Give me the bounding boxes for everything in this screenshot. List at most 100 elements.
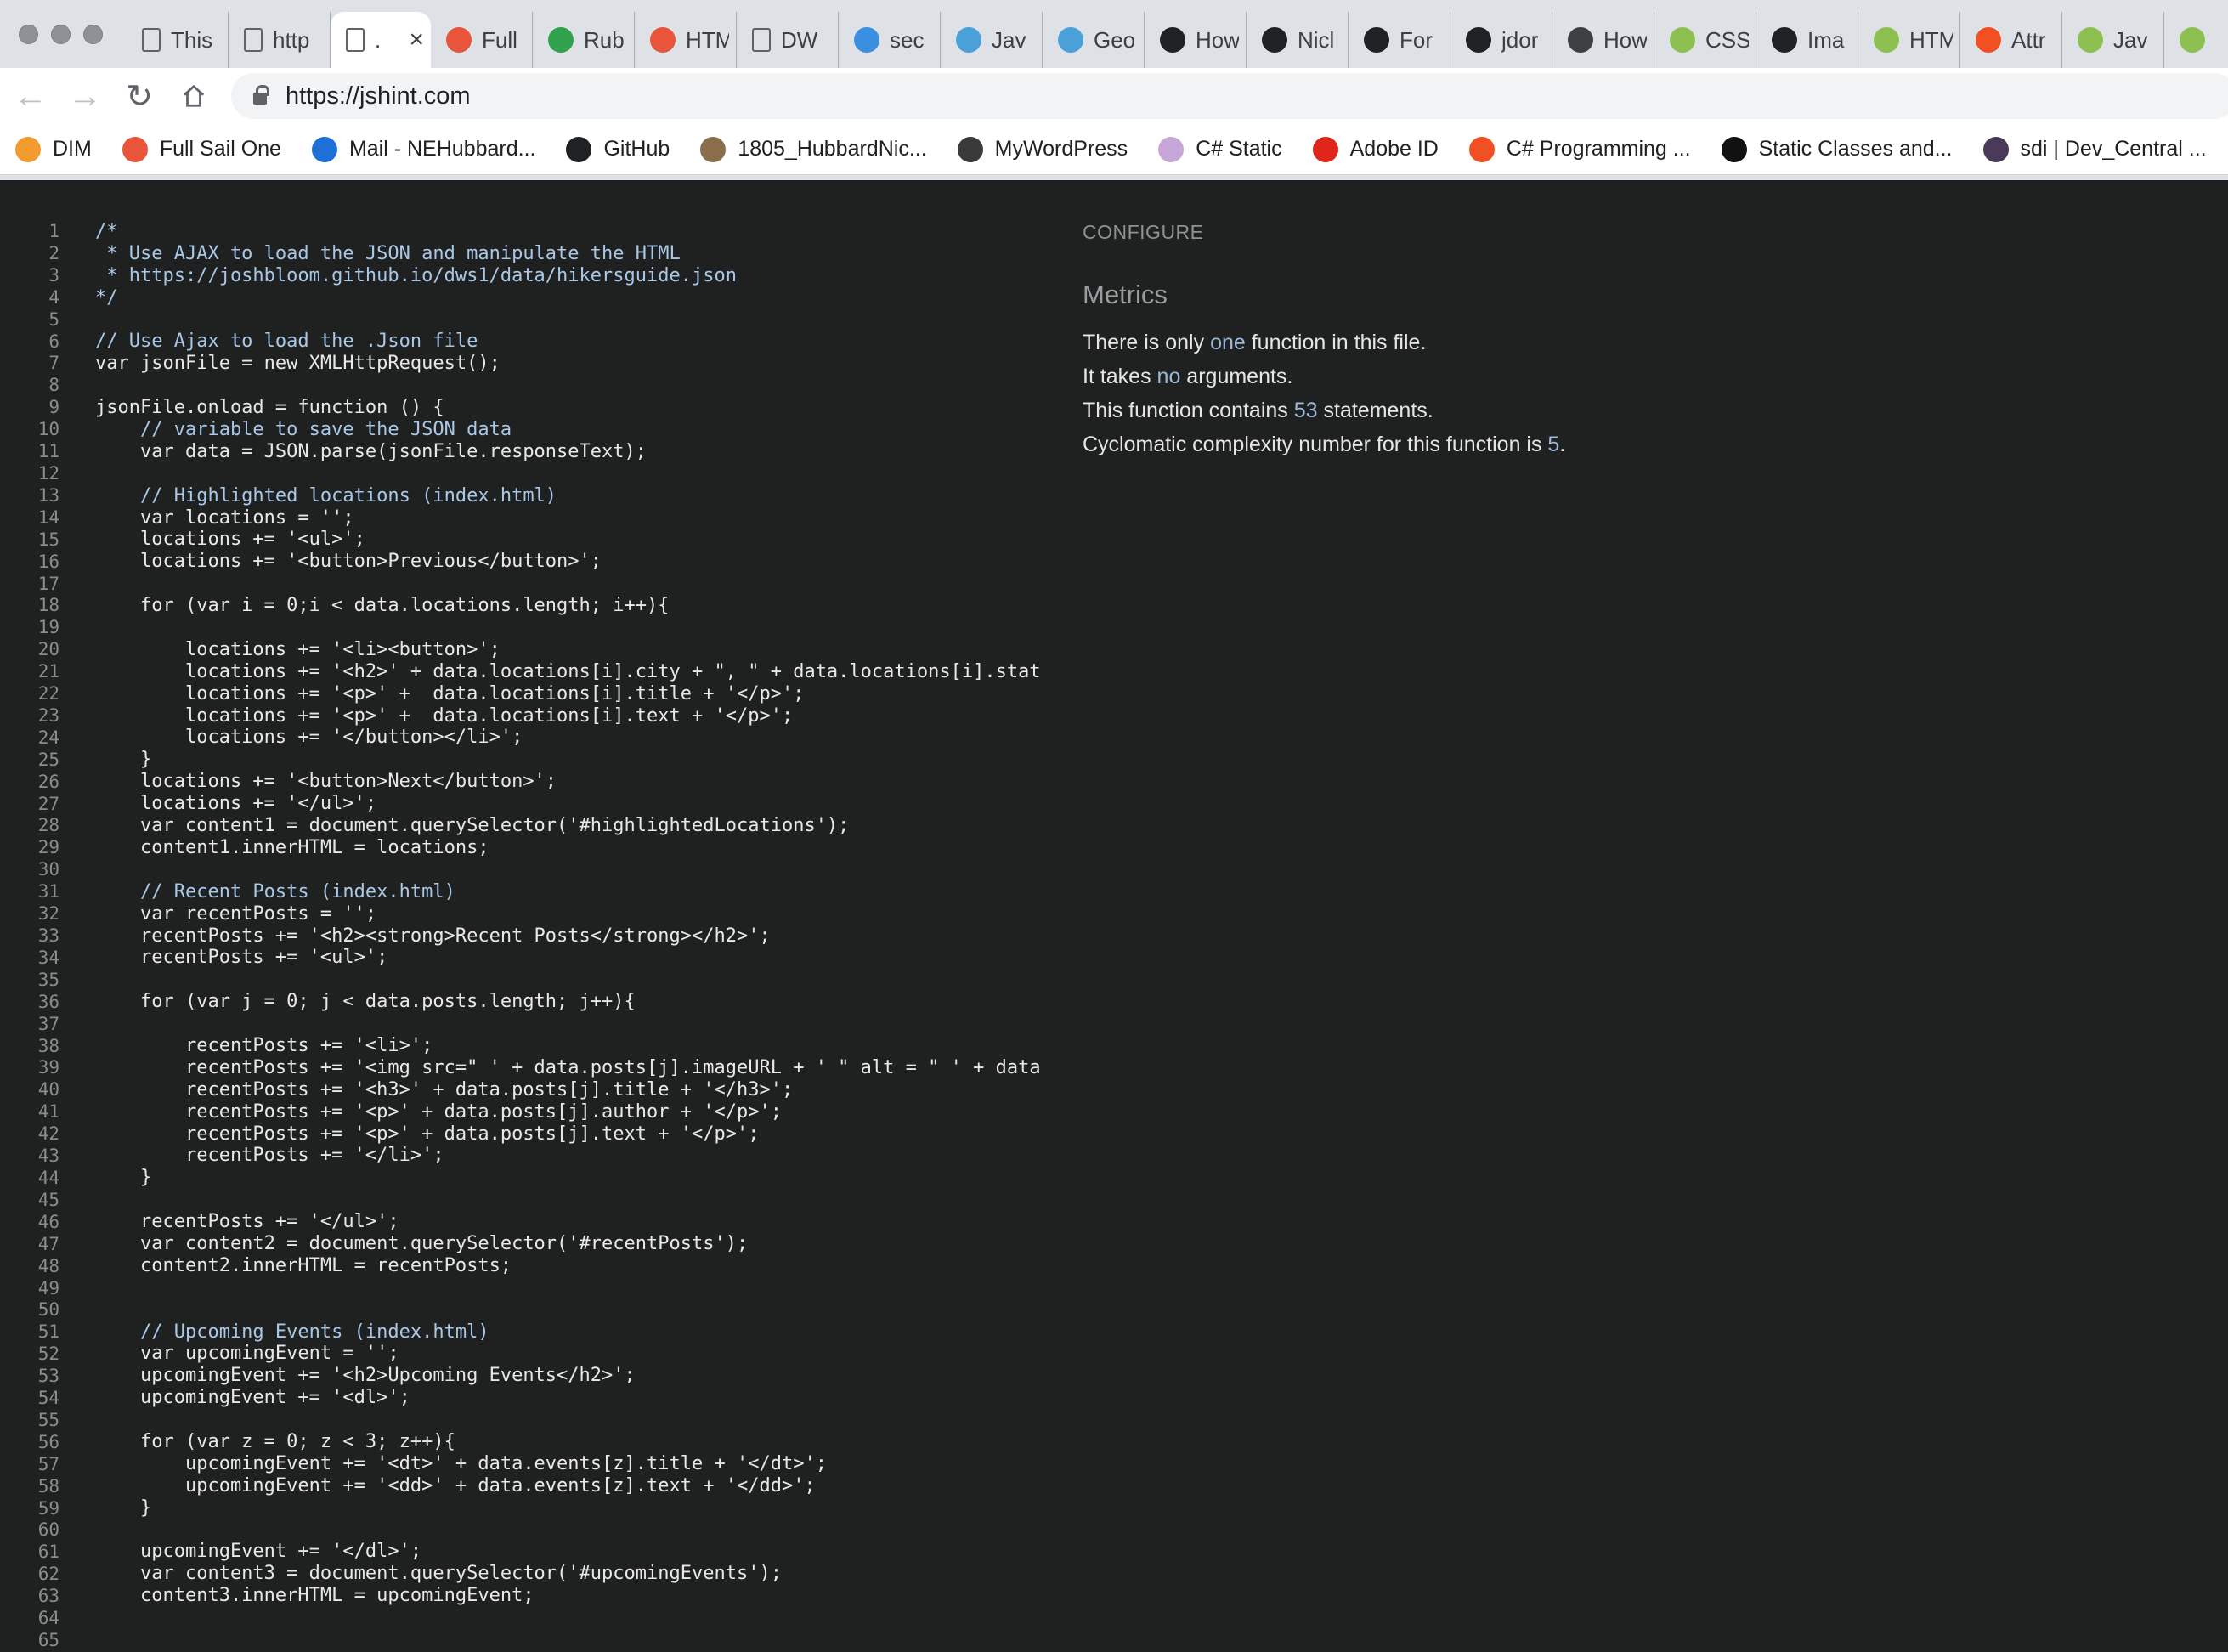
code-line: locations += '<ul>'; — [95, 529, 365, 551]
browser-tab[interactable]: HTM — [635, 12, 737, 68]
browser-tab[interactable]: This — [127, 12, 229, 68]
bookmark-item[interactable]: MyWordPress — [957, 136, 1128, 162]
line-number: 45 — [37, 1189, 59, 1210]
bookmark-item[interactable]: GitHub — [566, 136, 670, 162]
browser-tab[interactable]: CSS — [1654, 12, 1756, 68]
line-number: 39 — [37, 1057, 59, 1078]
tab-title: HTM — [686, 26, 729, 53]
code-line: var content1 = document.querySelector('#… — [95, 815, 850, 837]
w3-icon — [1670, 27, 1695, 53]
code-editor[interactable]: /* * Use AJAX to load the JSON and manip… — [95, 221, 1047, 1651]
line-number: 47 — [37, 1233, 59, 1254]
metric-statements: This function contains 53 statements. — [1083, 399, 1433, 422]
browser-tab[interactable]: Full — [431, 12, 533, 68]
browser-tab[interactable]: Ima — [1756, 12, 1858, 68]
code-line: recentPosts += '<li>'; — [95, 1034, 433, 1056]
line-number: 11 — [37, 441, 59, 462]
browser-tab[interactable]: DW — [737, 12, 839, 68]
jshint-page: 1 2 3 4 5 6 7 8 9 10 11 12 13 14 15 16 17 18 19 20 21 22 23 24 2… — [0, 180, 2228, 1650]
bookmark-item[interactable]: Full Sail One — [122, 136, 281, 162]
bookmark-item[interactable]: DIM — [15, 136, 92, 162]
line-number: 65 — [37, 1630, 59, 1650]
close-window-button[interactable] — [19, 24, 38, 44]
browser-tab[interactable]: How — [1145, 12, 1247, 68]
m-icon — [1721, 136, 1747, 162]
browser-tab[interactable]: jdor — [1450, 12, 1552, 68]
browser-tab[interactable]: http — [229, 12, 331, 68]
tab-title: Attr — [2011, 26, 2046, 53]
bookmark-item[interactable]: 1805_HubbardNic... — [700, 136, 927, 162]
maximize-window-button[interactable] — [83, 24, 103, 44]
photo-icon — [700, 136, 727, 162]
tab-title: Full — [482, 26, 517, 53]
line-number: 53 — [37, 1366, 59, 1387]
bookmark-label: C# Programming ... — [1506, 137, 1691, 161]
browser-tab[interactable]: . × — [331, 12, 431, 68]
home-button[interactable] — [167, 69, 221, 123]
tab-title: Nicl — [1298, 26, 1335, 53]
bookmark-item[interactable]: C# Programming ... — [1468, 136, 1691, 162]
bookmark-item[interactable]: Static Classes and... — [1721, 136, 1953, 162]
browser-tab[interactable] — [2164, 12, 2228, 68]
bookmark-item[interactable]: Adobe ID — [1312, 136, 1439, 162]
browser-tab[interactable]: For — [1349, 12, 1450, 68]
code-line: upcomingEvent += '<h2>Upcoming Events</h… — [95, 1365, 636, 1387]
address-url[interactable]: https://jshint.com — [286, 82, 471, 110]
back-button[interactable]: ← — [3, 69, 58, 123]
bookmark-label: C# Static — [1196, 137, 1282, 161]
line-number: 8 — [48, 375, 59, 396]
line-number: 23 — [37, 704, 59, 726]
line-number: 52 — [37, 1344, 59, 1365]
line-number: 4 — [48, 286, 59, 308]
line-number: 22 — [37, 683, 59, 704]
browser-tab[interactable]: Rub — [533, 12, 635, 68]
browser-tab[interactable]: Attr — [1960, 12, 2062, 68]
home-icon — [183, 84, 205, 107]
bookmark-item[interactable]: sdi | Dev_Central ... — [1982, 136, 2207, 162]
metric-complexity: Cyclomatic complexity number for this fu… — [1083, 433, 1566, 456]
browser-tab[interactable]: Nicl — [1247, 12, 1349, 68]
code-line: // Use Ajax to load the .Json file — [95, 331, 478, 353]
minimize-window-button[interactable] — [51, 24, 71, 44]
bookmark-item[interactable]: C# Static — [1158, 136, 1282, 162]
browser-tab[interactable]: Geo — [1043, 12, 1145, 68]
tab-title: Geo — [1094, 26, 1136, 53]
close-tab-icon[interactable]: × — [409, 25, 424, 54]
bookmark-item[interactable]: Mail - NEHubbard... — [311, 136, 535, 162]
browser-tab[interactable]: sec — [839, 12, 941, 68]
line-number: 5 — [48, 308, 59, 330]
code-line: var locations = ''; — [95, 506, 354, 529]
browser-tab[interactable]: HTM — [1858, 12, 1960, 68]
forward-button[interactable]: → — [58, 69, 112, 123]
code-line: // variable to save the JSON data — [95, 419, 512, 441]
line-number: 12 — [37, 462, 59, 484]
code-line: content1.innerHTML = locations; — [95, 836, 489, 858]
line-number: 50 — [37, 1299, 59, 1321]
line-number: 58 — [37, 1475, 59, 1496]
tab-title: sec — [890, 26, 925, 53]
line-number: 9 — [48, 397, 59, 418]
code-line: recentPosts += '</li>'; — [95, 1145, 444, 1167]
line-number: 26 — [37, 771, 59, 792]
line-number: 14 — [37, 506, 59, 528]
tab-title: http — [273, 26, 310, 53]
tabs: This http . × Full Rub HTM DW sec Jav Geo How Nicl Fo… — [127, 12, 2228, 68]
line-number: 24 — [37, 727, 59, 748]
bookmark-label: Adobe ID — [1349, 137, 1439, 161]
tab-title: Jav — [992, 26, 1026, 53]
reload-button[interactable]: ↻ — [112, 69, 167, 123]
browser-tab[interactable]: Jav — [2062, 12, 2164, 68]
browser-tab[interactable]: Jav — [941, 12, 1043, 68]
browser-tab[interactable]: How — [1552, 12, 1654, 68]
code-line: var upcomingEvent = ''; — [95, 1343, 399, 1365]
outlook-icon — [311, 136, 337, 162]
address-bar[interactable]: https://jshint.com — [231, 73, 2228, 119]
configure-link[interactable]: CONFIGURE — [1083, 221, 2187, 244]
cap-icon — [956, 27, 981, 53]
w3-icon — [2180, 27, 2205, 53]
